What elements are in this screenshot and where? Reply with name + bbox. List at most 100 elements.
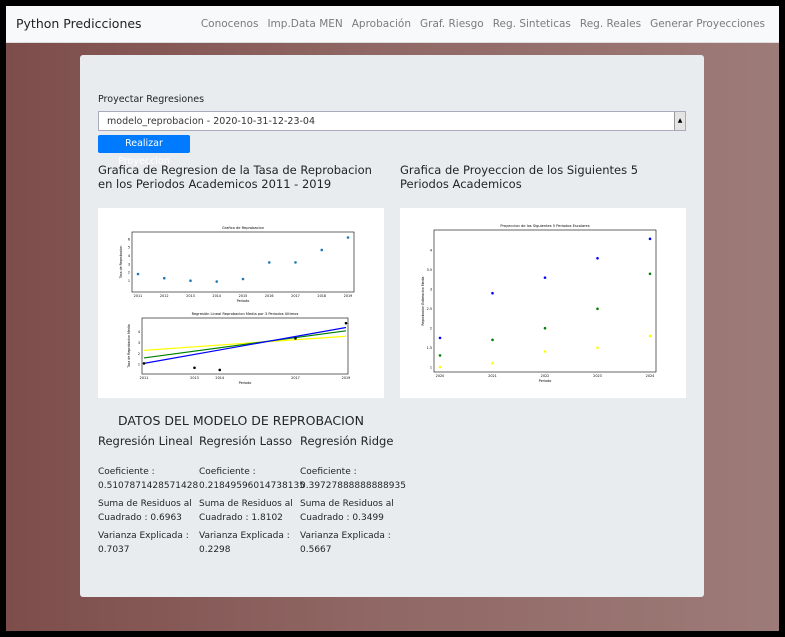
nav-link-conocenos[interactable]: Conocenos (201, 18, 259, 30)
y-tick-label: 4 (128, 254, 130, 258)
coef-value: 0.39727888888888935 (300, 481, 406, 491)
nav-link-imp-data-men[interactable]: Imp.Data MEN (267, 18, 342, 30)
x-tick-label: 2018 (317, 294, 326, 298)
x-tick-label: 2019 (342, 376, 351, 380)
ssr-value: Cuadrado : 1.8102 (199, 513, 283, 523)
x-tick-label: 2012 (160, 294, 169, 298)
y-tick-label: 2 (430, 326, 432, 330)
y-axis-label: Reprobacion Estimacion Media (421, 277, 425, 326)
nav-link-reg-sinteticas[interactable]: Reg. Sinteticas (493, 18, 571, 30)
y-axis-label: Tasa de Reprobacion (119, 246, 123, 280)
x-axis-label: Periodo (237, 299, 250, 303)
x-tick-label: 2013 (190, 376, 199, 380)
projection-chart: Proyeccion de los Siguientes 5 Periodos … (400, 208, 686, 398)
y-tick-label: 1.5 (427, 346, 432, 350)
regression-chart: Grafica de Reprobacion Periodo Tasa de Rep… (98, 208, 384, 398)
y-tick-label: 4 (138, 330, 140, 334)
x-tick-label: 2016 (265, 294, 274, 298)
y-tick-label: 1 (128, 279, 130, 283)
ssr-value: Cuadrado : 0.6963 (98, 513, 182, 523)
x-tick-label: 2014 (215, 376, 224, 380)
plot-frame (131, 231, 355, 293)
data-point (162, 276, 166, 280)
y-tick-label: 1 (430, 365, 432, 369)
y-tick-label: 3 (430, 288, 432, 292)
var-value: 0.5667 (300, 545, 332, 555)
y-tick-label: 3 (138, 341, 140, 345)
ssr-label: Suma de Residuos al (300, 499, 394, 509)
data-point (215, 280, 219, 283)
data-point (346, 236, 350, 239)
var-value: 0.7037 (98, 545, 130, 555)
chart-title: Proyeccion de los Siguientes 5 Periodos … (500, 224, 589, 228)
y-tick-label: 3.5 (427, 268, 432, 272)
regression-chart-svg: Grafica de Reprobacion Periodo Tasa de Rep… (119, 226, 355, 385)
nav-link-aprobacion[interactable]: Aprobación (352, 18, 411, 30)
x-axis-label: Periodo (239, 381, 252, 385)
chevron-down-icon[interactable]: ▲ (674, 112, 685, 130)
ssr-label: Suma de Residuos al (98, 499, 192, 509)
model-name-lineal: Regresión Lineal (98, 434, 193, 448)
x-tick-label: 2024 (646, 374, 655, 378)
ssr-value: Cuadrado : 0.3499 (300, 513, 384, 523)
y-tick-label: 6 (128, 237, 130, 241)
data-point (596, 256, 599, 260)
var-value: 0.2298 (199, 545, 231, 555)
data-point (142, 362, 146, 365)
y-tick-label: 1 (138, 363, 140, 367)
x-tick-label: 2020 (436, 374, 445, 378)
model-select[interactable]: modelo_reprobacion - 2020-10-31-12-23-04… (98, 111, 686, 131)
form-label: Proyectar Regresiones (98, 94, 205, 105)
model-select-value: modelo_reprobacion - 2020-10-31-12-23-04 (107, 116, 315, 127)
chart-title: Regresión Lineal Reprobacion Media por 3… (192, 312, 299, 316)
coef-label: Coeficiente : (199, 467, 256, 477)
data-point (648, 237, 652, 241)
coef-label: Coeficiente : (300, 467, 357, 477)
data-point (648, 334, 652, 338)
data-point (596, 346, 599, 349)
nav-link-graf-riesgo[interactable]: Graf. Riesgo (420, 18, 484, 30)
x-tick-label: 2014 (212, 294, 221, 298)
x-tick-label: 2017 (291, 294, 300, 298)
nav-links: Conocenos Imp.Data MEN Aprobación Graf. … (201, 18, 765, 30)
navbar-brand[interactable]: Python Predicciones (16, 16, 142, 31)
y-tick-label: 2 (128, 271, 130, 275)
y-tick-label: 2 (138, 352, 140, 356)
data-point (543, 350, 547, 353)
data-point (294, 337, 297, 340)
data-point (491, 361, 494, 365)
data-point (267, 261, 271, 264)
coef-value: 0.5107871428571428 (98, 481, 199, 491)
x-tick-label: 2019 (344, 294, 353, 298)
regression-line (143, 330, 347, 359)
coef-label: Coeficiente : (98, 467, 155, 477)
navbar: Python Predicciones Conocenos Imp.Data M… (6, 6, 779, 43)
x-tick-label: 2013 (186, 294, 195, 298)
data-point (491, 338, 494, 342)
data-point (438, 336, 442, 340)
data-point (193, 366, 196, 370)
coef-value: 0.21849596014738135 (199, 481, 305, 491)
data-point (596, 307, 599, 311)
nav-link-generar-proyecciones[interactable]: Generar Proyecciones (650, 18, 765, 30)
x-axis-label: Periodo (539, 379, 552, 383)
x-tick-label: 2011 (140, 376, 149, 380)
realizar-proyeccion-button[interactable]: Realizar Proyeccion (98, 135, 190, 167)
data-point (648, 272, 652, 276)
x-tick-label: 2017 (291, 376, 300, 380)
x-tick-label: 2022 (541, 374, 550, 378)
y-tick-label: 5 (128, 246, 130, 250)
var-label: Varianza Explicada : (300, 531, 391, 541)
chart-title: Grafica de Reprobacion (222, 226, 264, 230)
data-point (491, 291, 494, 295)
data-point (218, 368, 222, 372)
right-chart-heading: Grafica de Proyeccion de los Siguientes … (400, 163, 639, 191)
projection-chart-svg: Proyeccion de los Siguientes 5 Periodos … (421, 224, 657, 383)
nav-link-reg-reales[interactable]: Reg. Reales (580, 18, 641, 30)
data-point (320, 248, 324, 252)
left-chart-heading: Grafica de Regresion de la Tasa de Repro… (98, 163, 372, 191)
model-name-ridge: Regresión Ridge (300, 434, 394, 448)
stats-title: DATOS DEL MODELO DE REPROBACION (118, 413, 364, 428)
y-tick-label: 4 (430, 249, 432, 253)
data-point (294, 261, 297, 264)
